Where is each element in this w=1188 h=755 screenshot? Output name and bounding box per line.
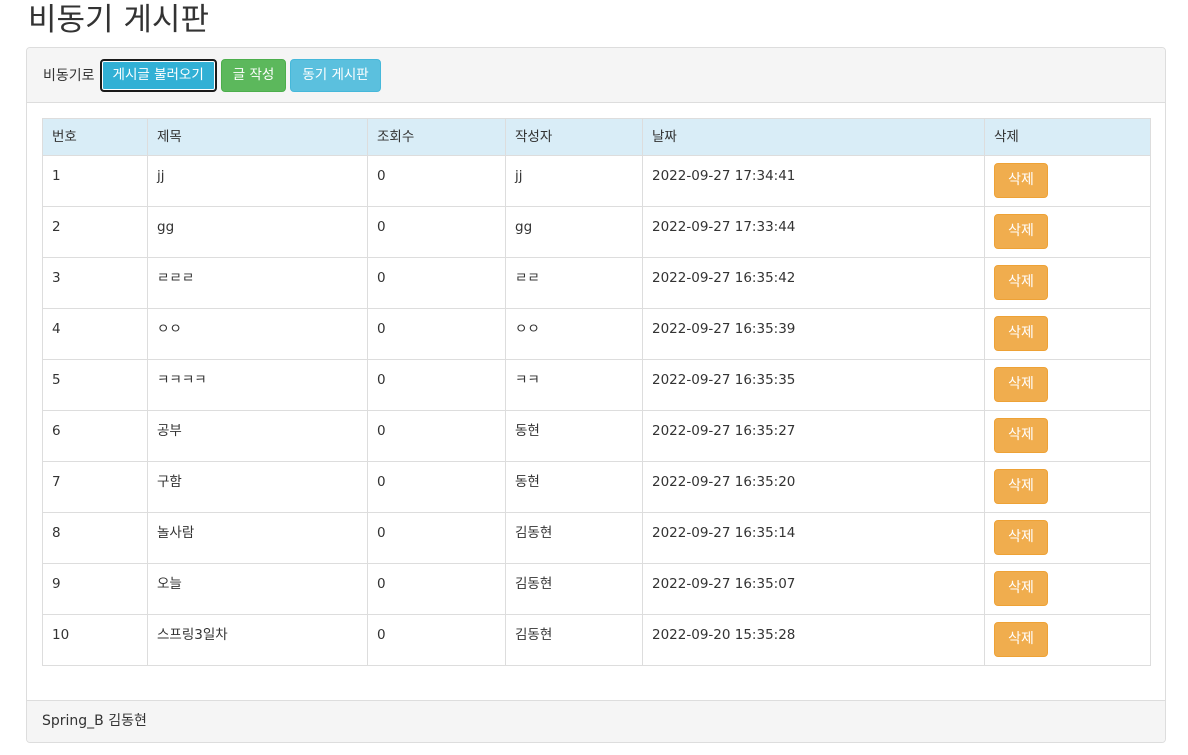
page-title: 비동기 게시판	[28, 2, 209, 38]
board-panel: 비동기로 게시글 불러오기 글 작성 동기 게시판 번호 제목 조회수 작성자 …	[26, 47, 1166, 743]
table-row: 2 gg 0 gg 2022-09-27 17:33:44 삭제	[42, 206, 1151, 258]
cell-date: 2022-09-27 16:35:07	[642, 563, 985, 615]
header-author: 작성자	[505, 118, 643, 156]
cell-date: 2022-09-27 16:35:39	[642, 308, 985, 360]
cell-views: 0	[367, 563, 506, 615]
cell-author: 동현	[505, 461, 643, 513]
table-row: 8 놀사람 0 김동현 2022-09-27 16:35:14 삭제	[42, 512, 1151, 564]
cell-views: 0	[367, 308, 506, 360]
cell-author: 김동현	[505, 512, 643, 564]
delete-button[interactable]: 삭제	[994, 316, 1048, 351]
post-table: 번호 제목 조회수 작성자 날짜 삭제 1 jj 0 jj 2022-09-27	[42, 118, 1151, 666]
cell-views: 0	[367, 257, 506, 309]
cell-author: 김동현	[505, 563, 643, 615]
panel-body: 번호 제목 조회수 작성자 날짜 삭제 1 jj 0 jj 2022-09-27	[42, 118, 1151, 666]
cell-date: 2022-09-20 15:35:28	[642, 614, 985, 666]
cell-title: ㅇㅇ	[147, 308, 368, 360]
delete-button[interactable]: 삭제	[994, 367, 1048, 402]
cell-title: 공부	[147, 410, 368, 462]
cell-author: 김동현	[505, 614, 643, 666]
cell-delete: 삭제	[984, 308, 1151, 360]
cell-views: 0	[367, 206, 506, 258]
delete-button[interactable]: 삭제	[994, 520, 1048, 555]
cell-no: 2	[42, 206, 148, 258]
cell-views: 0	[367, 155, 506, 207]
delete-button[interactable]: 삭제	[994, 265, 1048, 300]
header-date: 날짜	[642, 118, 985, 156]
cell-delete: 삭제	[984, 359, 1151, 411]
cell-title: gg	[147, 206, 368, 258]
delete-button[interactable]: 삭제	[994, 418, 1048, 453]
cell-date: 2022-09-27 17:34:41	[642, 155, 985, 207]
cell-author: gg	[505, 206, 643, 258]
cell-title: 오늘	[147, 563, 368, 615]
cell-date: 2022-09-27 16:35:27	[642, 410, 985, 462]
cell-no: 3	[42, 257, 148, 309]
cell-delete: 삭제	[984, 614, 1151, 666]
cell-author: ㅇㅇ	[505, 308, 643, 360]
panel-heading: 비동기로 게시글 불러오기 글 작성 동기 게시판	[27, 48, 1165, 103]
cell-views: 0	[367, 614, 506, 666]
cell-delete: 삭제	[984, 410, 1151, 462]
cell-delete: 삭제	[984, 257, 1151, 309]
header-no: 번호	[42, 118, 148, 156]
cell-delete: 삭제	[984, 512, 1151, 564]
header-views: 조회수	[367, 118, 506, 156]
table-row: 3 ㄹㄹㄹ 0 ㄹㄹ 2022-09-27 16:35:42 삭제	[42, 257, 1151, 309]
header-delete: 삭제	[984, 118, 1151, 156]
load-posts-button[interactable]: 게시글 불러오기	[99, 58, 217, 92]
cell-author: ㄹㄹ	[505, 257, 643, 309]
cell-author: 동현	[505, 410, 643, 462]
cell-author: jj	[505, 155, 643, 207]
cell-delete: 삭제	[984, 461, 1151, 513]
cell-date: 2022-09-27 16:35:14	[642, 512, 985, 564]
cell-no: 6	[42, 410, 148, 462]
cell-title: 구함	[147, 461, 368, 513]
cell-no: 5	[42, 359, 148, 411]
cell-no: 9	[42, 563, 148, 615]
table-row: 1 jj 0 jj 2022-09-27 17:34:41 삭제	[42, 155, 1151, 207]
delete-button[interactable]: 삭제	[994, 214, 1048, 249]
cell-no: 10	[42, 614, 148, 666]
cell-title: ㅋㅋㅋㅋ	[147, 359, 368, 411]
delete-button[interactable]: 삭제	[994, 163, 1048, 198]
cell-delete: 삭제	[984, 563, 1151, 615]
header-title: 제목	[147, 118, 368, 156]
table-row: 4 ㅇㅇ 0 ㅇㅇ 2022-09-27 16:35:39 삭제	[42, 308, 1151, 360]
cell-title: 놀사람	[147, 512, 368, 564]
cell-views: 0	[367, 512, 506, 564]
cell-no: 8	[42, 512, 148, 564]
table-header-row: 번호 제목 조회수 작성자 날짜 삭제	[42, 118, 1151, 156]
cell-title: ㄹㄹㄹ	[147, 257, 368, 309]
cell-views: 0	[367, 359, 506, 411]
sync-board-button[interactable]: 동기 게시판	[290, 58, 381, 92]
table-row: 9 오늘 0 김동현 2022-09-27 16:35:07 삭제	[42, 563, 1151, 615]
page: 비동기 게시판 비동기로 게시글 불러오기 글 작성 동기 게시판 번호 제목 …	[0, 0, 1188, 755]
cell-delete: 삭제	[984, 155, 1151, 207]
write-post-button[interactable]: 글 작성	[220, 58, 287, 92]
cell-title: jj	[147, 155, 368, 207]
cell-date: 2022-09-27 16:35:20	[642, 461, 985, 513]
cell-no: 1	[42, 155, 148, 207]
delete-button[interactable]: 삭제	[994, 622, 1048, 657]
delete-button[interactable]: 삭제	[994, 571, 1048, 606]
cell-delete: 삭제	[984, 206, 1151, 258]
cell-no: 4	[42, 308, 148, 360]
cell-date: 2022-09-27 16:35:42	[642, 257, 985, 309]
async-label: 비동기로	[43, 68, 95, 84]
cell-views: 0	[367, 410, 506, 462]
cell-date: 2022-09-27 17:33:44	[642, 206, 985, 258]
table-row: 10 스프링3일차 0 김동현 2022-09-20 15:35:28 삭제	[42, 614, 1151, 666]
cell-author: ㅋㅋ	[505, 359, 643, 411]
table-row: 6 공부 0 동현 2022-09-27 16:35:27 삭제	[42, 410, 1151, 462]
cell-title: 스프링3일차	[147, 614, 368, 666]
delete-button[interactable]: 삭제	[994, 469, 1048, 504]
table-row: 5 ㅋㅋㅋㅋ 0 ㅋㅋ 2022-09-27 16:35:35 삭제	[42, 359, 1151, 411]
table-row: 7 구함 0 동현 2022-09-27 16:35:20 삭제	[42, 461, 1151, 513]
cell-views: 0	[367, 461, 506, 513]
cell-no: 7	[42, 461, 148, 513]
panel-footer: Spring_B 김동현	[27, 700, 1165, 742]
cell-date: 2022-09-27 16:35:35	[642, 359, 985, 411]
